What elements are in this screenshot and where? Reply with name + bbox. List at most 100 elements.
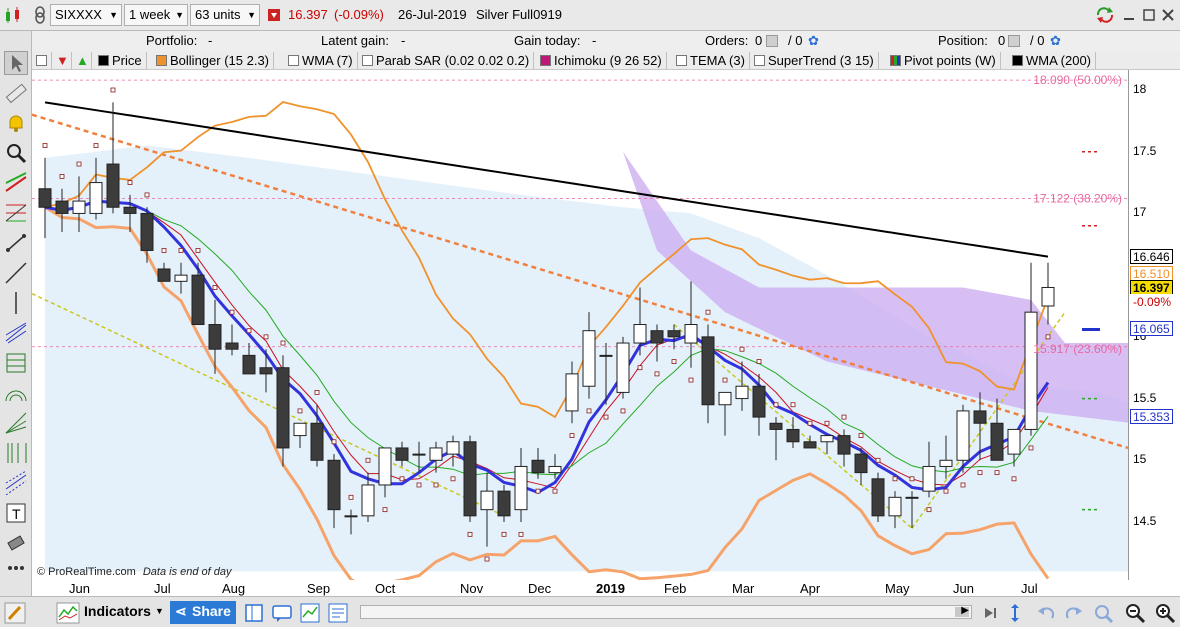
chevron-down-icon[interactable]: ▼ xyxy=(155,606,164,616)
portfolio-value: - xyxy=(208,33,213,48)
fib-arc-icon[interactable] xyxy=(4,381,28,405)
x-tick-label: Jun xyxy=(953,581,974,596)
fib-fan-icon[interactable] xyxy=(4,411,28,435)
compare-icon[interactable] xyxy=(300,603,320,623)
candle-body-down xyxy=(769,422,783,430)
candle-body-up xyxy=(174,274,188,282)
orders-gear-icon[interactable]: ✿ xyxy=(808,33,819,49)
sar-dot xyxy=(603,414,609,420)
candle-body-up xyxy=(922,465,936,492)
sar-dot xyxy=(960,482,966,488)
download-icon[interactable]: ▼ xyxy=(56,52,72,69)
minimize-icon[interactable] xyxy=(1122,8,1136,22)
units-selector[interactable]: 63 units ▼ xyxy=(190,4,260,26)
price-axis[interactable]: 1817.51716.51615.51514.516.64616.51016.3… xyxy=(1128,70,1180,580)
trend-channel-icon[interactable] xyxy=(4,171,28,195)
sar-dot xyxy=(756,359,762,364)
indicator-parab-sar[interactable]: Parab SAR (0.02 0.02 0.2) xyxy=(362,52,535,69)
upload-icon[interactable]: ▲ xyxy=(76,52,92,69)
position-gear-icon[interactable]: ✿ xyxy=(1050,33,1061,49)
scroll-right-icon[interactable]: ▶ xyxy=(961,605,969,616)
sar-dot xyxy=(399,476,405,482)
indicator-pivot-points[interactable]: Pivot points (W) xyxy=(890,52,1001,69)
autoscale-icon[interactable] xyxy=(1006,603,1024,623)
portfolio-info-bar: Portfolio: - Latent gain: - Gain today: … xyxy=(32,31,1180,51)
vertical-line-icon[interactable] xyxy=(4,291,28,315)
candle-body-down xyxy=(752,385,766,418)
undo-icon[interactable] xyxy=(1036,603,1056,623)
svg-text:T: T xyxy=(12,506,21,522)
time-axis[interactable]: Jun Jul Aug Sep Oct Nov Dec 2019 Feb Mar Apr May Jun… xyxy=(32,580,1180,596)
sar-dot xyxy=(1028,445,1034,451)
draw-pencil-icon[interactable] xyxy=(4,602,26,624)
indicator-tema[interactable]: TEMA (3) xyxy=(676,52,750,69)
cursor-icon[interactable] xyxy=(4,51,28,75)
close-icon[interactable] xyxy=(1161,8,1175,22)
symbol-selector[interactable]: SIXXXX ▼ xyxy=(50,4,122,26)
candle-body-down xyxy=(701,336,715,406)
price-date: 26-Jul-2019 xyxy=(398,7,467,22)
indicator-price[interactable]: Price xyxy=(98,52,147,69)
indicator-supertrend[interactable]: SuperTrend (3 15) xyxy=(754,52,879,69)
chart-type-icon[interactable] xyxy=(4,6,22,24)
zoom-in-icon[interactable] xyxy=(1154,602,1176,624)
indicators-chart-icon[interactable] xyxy=(56,602,80,624)
refresh-icon[interactable] xyxy=(1094,6,1116,24)
share-button[interactable]: ⋖ Share xyxy=(170,601,236,624)
panel-icon[interactable] xyxy=(244,603,264,623)
candle-body-up xyxy=(956,410,970,461)
text-icon[interactable]: T xyxy=(4,501,28,525)
candle-body-up xyxy=(599,354,613,357)
candle-body-up xyxy=(939,459,953,467)
pitchfork-icon[interactable] xyxy=(4,321,28,345)
indicator-ichimoku[interactable]: Ichimoku (9 26 52) xyxy=(540,52,667,69)
last-price: 16.397 xyxy=(288,7,328,22)
regression-icon[interactable] xyxy=(4,470,28,496)
sar-dot xyxy=(263,334,269,340)
candle xyxy=(616,336,630,399)
indicators-button[interactable]: Indicators xyxy=(84,601,151,624)
indicator-bollinger[interactable]: Bollinger (15 2.3) xyxy=(156,52,274,69)
fib-timezones-icon[interactable] xyxy=(4,441,28,465)
sar-dot xyxy=(59,174,65,179)
x-tick-label: Jun xyxy=(69,581,90,596)
layout-icon[interactable] xyxy=(36,52,52,69)
more-tools-icon[interactable] xyxy=(4,561,28,575)
sar-dot xyxy=(195,248,201,253)
indicator-legend-bar: ▼ ▲ Price Bollinger (15 2.3) WMA (7) Par… xyxy=(32,51,1180,70)
indicator-wma200[interactable]: WMA (200) xyxy=(1012,52,1097,69)
ruler-icon[interactable] xyxy=(4,81,28,105)
gann-icon[interactable] xyxy=(4,351,28,375)
zoom-icon[interactable] xyxy=(4,141,28,165)
alert-bell-icon[interactable] xyxy=(4,111,28,135)
x-tick-label: Jul xyxy=(1021,581,1038,596)
candle-body-up xyxy=(582,330,596,387)
timeframe-selector[interactable]: 1 week ▼ xyxy=(124,4,188,26)
zoom-fit-icon[interactable] xyxy=(1092,602,1114,624)
sar-dot xyxy=(416,482,422,488)
line-icon[interactable] xyxy=(4,261,28,285)
screener-icon[interactable] xyxy=(328,603,348,623)
scroll-to-end-icon[interactable] xyxy=(982,604,1000,622)
indicator-wma7[interactable]: WMA (7) xyxy=(288,52,358,69)
credit-note: Data is end of day xyxy=(142,566,232,578)
redo-icon[interactable] xyxy=(1064,603,1084,623)
comment-icon[interactable] xyxy=(272,603,292,623)
chart-canvas[interactable]: 18.090 (50.00%) 17.122 (38.20%) 15.917 (23… xyxy=(32,70,1128,580)
candle-body-down xyxy=(327,459,341,511)
chart-scrollbar[interactable]: ▶ xyxy=(360,605,972,619)
maximize-icon[interactable] xyxy=(1142,8,1156,22)
fibonacci-icon[interactable] xyxy=(4,201,28,225)
candle-body-down xyxy=(837,435,851,455)
position-separator: / 0 xyxy=(1030,33,1045,48)
eraser-icon[interactable] xyxy=(4,531,28,555)
sar-dot xyxy=(501,531,507,537)
credit-text: © ProRealTime.com Data is end of day xyxy=(37,566,232,578)
sar-dot xyxy=(739,346,745,352)
link-icon[interactable] xyxy=(32,6,48,24)
zoom-out-icon[interactable] xyxy=(1124,602,1146,624)
chevron-down-icon: ▼ xyxy=(175,10,184,20)
sar-dot xyxy=(858,433,864,439)
segment-icon[interactable] xyxy=(4,231,28,255)
price-chart[interactable]: 18.090 (50.00%) 17.122 (38.20%) 15.917 (23… xyxy=(32,70,1128,580)
